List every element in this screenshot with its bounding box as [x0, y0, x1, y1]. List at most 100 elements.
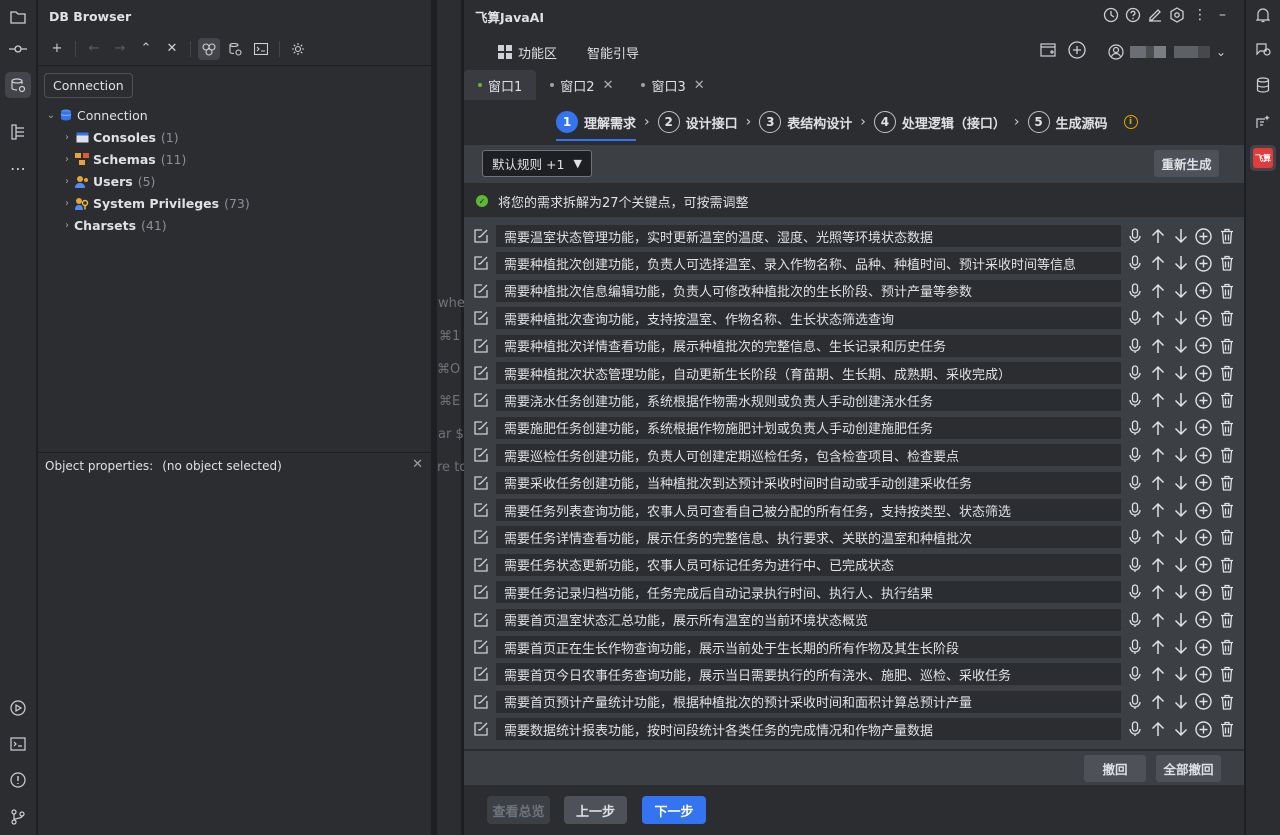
- move-down-icon[interactable]: [1172, 363, 1189, 383]
- step-generate-source[interactable]: 5 生成源码: [1027, 106, 1108, 138]
- mic-icon[interactable]: [1126, 500, 1143, 520]
- move-down-icon[interactable]: [1172, 637, 1189, 657]
- add-row-icon[interactable]: [1195, 719, 1212, 739]
- move-down-icon[interactable]: [1172, 692, 1189, 712]
- edit-icon[interactable]: [472, 419, 490, 437]
- mic-icon[interactable]: [1126, 363, 1143, 383]
- nav-guide[interactable]: 智能引导: [587, 43, 639, 62]
- delete-icon[interactable]: [1218, 527, 1235, 547]
- requirement-text[interactable]: 需要种植批次详情查看功能，展示种植批次的完整信息、生长记录和历史任务: [496, 334, 1121, 357]
- forward-arrow-icon[interactable]: →: [109, 38, 131, 60]
- chevron-right-icon[interactable]: ›: [60, 154, 74, 165]
- add-row-icon[interactable]: [1195, 555, 1212, 575]
- tree-item-schemas[interactable]: › Schemas (11): [38, 148, 431, 170]
- move-up-icon[interactable]: [1149, 418, 1166, 438]
- move-up-icon[interactable]: [1149, 445, 1166, 465]
- delete-icon[interactable]: [1218, 308, 1235, 328]
- mic-icon[interactable]: [1126, 308, 1143, 328]
- move-up-icon[interactable]: [1149, 664, 1166, 684]
- edit-icon[interactable]: [472, 501, 490, 519]
- help-icon[interactable]: [1125, 7, 1141, 27]
- move-down-icon[interactable]: [1172, 555, 1189, 575]
- tree-item-system-privileges[interactable]: › System Privileges (73): [38, 192, 431, 214]
- feisuan-plugin-button[interactable]: 飞算: [1250, 145, 1276, 171]
- edit-icon[interactable]: [472, 611, 490, 629]
- move-down-icon[interactable]: [1172, 582, 1189, 602]
- close-icon[interactable]: ✕: [412, 457, 423, 472]
- mic-icon[interactable]: [1126, 336, 1143, 356]
- back-arrow-icon[interactable]: ←: [83, 38, 105, 60]
- tree-root-connection[interactable]: ⌄ Connection: [38, 104, 431, 126]
- mic-icon[interactable]: [1126, 582, 1143, 602]
- delete-icon[interactable]: [1218, 390, 1235, 410]
- mic-icon[interactable]: [1126, 637, 1143, 657]
- move-up-icon[interactable]: [1149, 582, 1166, 602]
- delete-icon[interactable]: [1218, 555, 1235, 575]
- edit-icon[interactable]: [472, 282, 490, 300]
- tree-item-charsets[interactable]: › Charsets (41): [38, 214, 431, 236]
- add-row-icon[interactable]: [1195, 527, 1212, 547]
- chevron-right-icon[interactable]: ›: [60, 198, 74, 209]
- mic-icon[interactable]: [1126, 473, 1143, 493]
- delete-icon[interactable]: [1218, 418, 1235, 438]
- edit-icon[interactable]: [472, 309, 490, 327]
- mic-icon[interactable]: [1126, 418, 1143, 438]
- chevron-down-icon[interactable]: ⌄: [44, 110, 58, 121]
- info-icon[interactable]: i: [1123, 115, 1138, 129]
- next-step-button[interactable]: 下一步: [642, 796, 706, 824]
- delete-icon[interactable]: [1218, 610, 1235, 630]
- add-row-icon[interactable]: [1195, 582, 1212, 602]
- mic-icon[interactable]: [1126, 226, 1143, 246]
- mic-icon[interactable]: [1126, 281, 1143, 301]
- delete-icon[interactable]: [1218, 500, 1235, 520]
- move-up-icon[interactable]: [1149, 336, 1166, 356]
- schema-objects-icon[interactable]: [198, 37, 220, 60]
- close-icon[interactable]: ✕: [603, 78, 614, 93]
- edit-icon[interactable]: [472, 474, 490, 492]
- requirement-text[interactable]: 需要任务记录归档功能，任务完成后自动记录执行时间、执行人、执行结果: [496, 581, 1121, 604]
- move-up-icon[interactable]: [1149, 473, 1166, 493]
- move-up-icon[interactable]: [1149, 555, 1166, 575]
- requirement-text[interactable]: 需要首页预计产量统计功能，根据种植批次的预计采收时间和面积计算总预计产量: [496, 690, 1121, 713]
- requirement-text[interactable]: 需要任务状态更新功能，农事人员可标记任务为进行中、已完成状态: [496, 553, 1121, 576]
- move-up-icon[interactable]: [1149, 363, 1166, 383]
- mic-icon[interactable]: [1126, 390, 1143, 410]
- add-connection-icon[interactable]: +: [46, 38, 68, 60]
- mic-icon[interactable]: [1126, 555, 1143, 575]
- delete-icon[interactable]: [1218, 336, 1235, 356]
- move-down-icon[interactable]: [1172, 336, 1189, 356]
- settings-icon[interactable]: [1169, 7, 1185, 27]
- user-menu[interactable]: ⌄: [1108, 44, 1226, 60]
- move-up-icon[interactable]: [1149, 610, 1166, 630]
- edit-icon[interactable]: [472, 337, 490, 355]
- add-row-icon[interactable]: [1195, 336, 1212, 356]
- nav-features[interactable]: 功能区: [498, 43, 557, 62]
- move-down-icon[interactable]: [1172, 281, 1189, 301]
- mic-icon[interactable]: [1126, 445, 1143, 465]
- move-down-icon[interactable]: [1172, 610, 1189, 630]
- edit-icon[interactable]: [472, 446, 490, 464]
- move-up-icon[interactable]: [1149, 637, 1166, 657]
- requirement-text[interactable]: 需要数据统计报表功能，按时间段统计各类任务的完成情况和作物产量数据: [496, 718, 1121, 741]
- delete-icon[interactable]: [1218, 719, 1235, 739]
- requirement-text[interactable]: 需要浇水任务创建功能，系统根据作物需水规则或负责人手动创建浇水任务: [496, 389, 1121, 412]
- view-overview-button[interactable]: 查看总览: [487, 796, 550, 824]
- edit-icon[interactable]: [472, 638, 490, 656]
- problems-icon[interactable]: [5, 767, 31, 793]
- edit-icon[interactable]: [472, 227, 490, 245]
- step-logic[interactable]: 4 处理逻辑（接口）: [873, 106, 1006, 138]
- terminal-icon[interactable]: [5, 731, 31, 757]
- move-up-icon[interactable]: [1149, 226, 1166, 246]
- ai-assistant-icon[interactable]: [1250, 109, 1276, 135]
- move-up-icon[interactable]: [1149, 719, 1166, 739]
- tab-window-1[interactable]: 窗口1: [464, 70, 537, 100]
- requirement-text[interactable]: 需要任务详情查看功能，展示任务的完整信息、执行要求、关联的温室和种植批次: [496, 526, 1121, 549]
- add-row-icon[interactable]: [1195, 390, 1212, 410]
- move-down-icon[interactable]: [1172, 719, 1189, 739]
- requirement-text[interactable]: 需要首页温室状态汇总功能，展示所有温室的当前环境状态概览: [496, 608, 1121, 631]
- tree-item-users[interactable]: › Users (5): [38, 170, 431, 192]
- more-vertical-icon[interactable]: ⋮: [1193, 7, 1207, 27]
- database-icon[interactable]: [1250, 72, 1276, 98]
- requirement-text[interactable]: 需要种植批次创建功能，负责人可选择温室、录入作物名称、品种、种植时间、预计采收时…: [496, 252, 1121, 275]
- add-circle-icon[interactable]: [1068, 41, 1086, 63]
